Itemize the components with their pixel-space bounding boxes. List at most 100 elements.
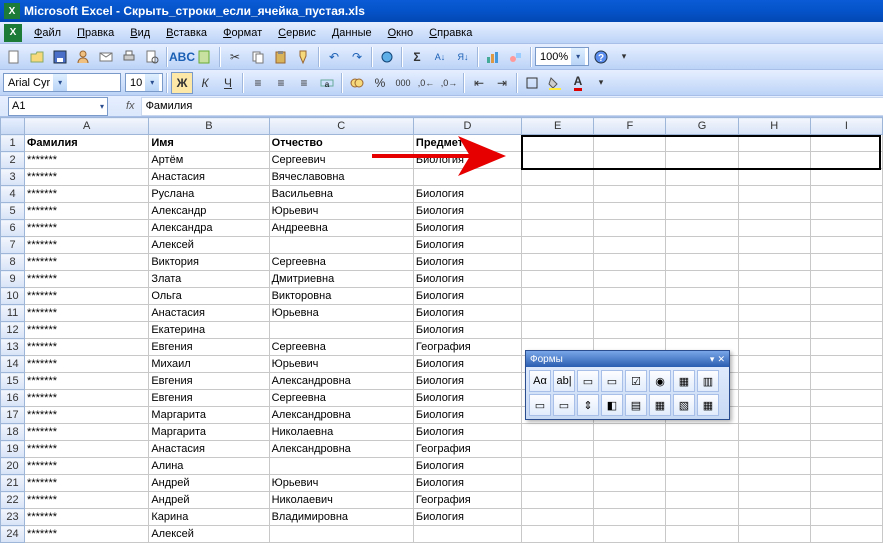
comma-button[interactable]: 000 [392,72,414,94]
worksheet-grid[interactable]: ABCDEFGHI 1ФамилияИмяОтчествоПредмет2***… [0,117,883,543]
cell[interactable] [666,152,738,169]
col-header-A[interactable]: A [25,118,149,135]
cell[interactable] [738,339,810,356]
cell[interactable] [522,475,594,492]
cell[interactable]: Биология [413,186,521,203]
forms-toolbar-title[interactable]: Формы ▾✕ [526,351,729,367]
cell[interactable] [738,509,810,526]
row-header[interactable]: 2 [1,152,25,169]
toolbar-options-icon[interactable]: ▾ [590,72,612,94]
cell[interactable]: Дмитриевна [269,271,413,288]
cell[interactable] [810,441,882,458]
row-header[interactable]: 12 [1,322,25,339]
cell[interactable]: Биология [413,424,521,441]
cell[interactable]: Биология [413,271,521,288]
cell[interactable] [738,424,810,441]
cell[interactable]: Руслана [149,186,269,203]
cell[interactable] [738,305,810,322]
borders-button[interactable] [521,72,543,94]
cell[interactable] [594,271,666,288]
increase-decimal-button[interactable]: ,0← [415,72,437,94]
forms-control-14[interactable]: ▧ [673,394,695,416]
cell[interactable] [738,526,810,543]
new-button[interactable] [3,46,25,68]
cell[interactable] [666,237,738,254]
align-center-button[interactable]: ≡ [270,72,292,94]
menu-окно[interactable]: Окно [380,24,422,42]
cell[interactable]: Биология [413,458,521,475]
cell[interactable] [738,407,810,424]
cell[interactable] [738,458,810,475]
cell[interactable] [810,169,882,186]
cell[interactable]: Юрьевич [269,356,413,373]
cell[interactable]: Сергеевич [269,152,413,169]
cell[interactable]: ******* [25,424,149,441]
cell[interactable] [522,237,594,254]
cell[interactable] [594,220,666,237]
cell[interactable]: Александровна [269,373,413,390]
sort-desc-button[interactable]: Я↓ [452,46,474,68]
cell[interactable] [269,458,413,475]
font-select[interactable]: Arial Cyr [3,73,121,92]
cell[interactable] [810,492,882,509]
cell[interactable]: Юрьевич [269,203,413,220]
copy-button[interactable] [247,46,269,68]
cell[interactable]: География [413,441,521,458]
cell[interactable]: Александровна [269,441,413,458]
row-header[interactable]: 16 [1,390,25,407]
cell[interactable]: Биология [413,220,521,237]
cell[interactable] [738,169,810,186]
cell[interactable]: ******* [25,254,149,271]
cell[interactable] [738,237,810,254]
cell[interactable]: Карина [149,509,269,526]
row-header[interactable]: 23 [1,509,25,526]
format-painter-button[interactable] [293,46,315,68]
cell[interactable]: Анастасия [149,305,269,322]
cell[interactable]: Васильевна [269,186,413,203]
cell[interactable]: Сергеевна [269,339,413,356]
cell[interactable] [522,220,594,237]
cell[interactable]: Биология [413,305,521,322]
row-header[interactable]: 1 [1,135,25,152]
cell[interactable]: Анастасия [149,169,269,186]
cell[interactable]: ******* [25,203,149,220]
cell[interactable]: Имя [149,135,269,152]
cell[interactable] [810,203,882,220]
cell[interactable] [810,475,882,492]
cell[interactable] [594,492,666,509]
fx-icon[interactable]: fx [126,100,135,112]
row-header[interactable]: 5 [1,203,25,220]
cell[interactable] [522,271,594,288]
cell[interactable] [522,152,594,169]
cell[interactable] [738,322,810,339]
cell[interactable]: ******* [25,322,149,339]
col-header-H[interactable]: H [738,118,810,135]
cell[interactable]: ******* [25,152,149,169]
row-header[interactable]: 13 [1,339,25,356]
cell[interactable] [269,322,413,339]
cell[interactable] [594,135,666,152]
cell[interactable]: ******* [25,373,149,390]
cell[interactable] [594,254,666,271]
cell[interactable]: ******* [25,169,149,186]
undo-button[interactable]: ↶ [323,46,345,68]
row-header[interactable]: 15 [1,373,25,390]
cell[interactable] [738,186,810,203]
menu-справка[interactable]: Справка [421,24,480,42]
autosum-button[interactable]: Σ [406,46,428,68]
cell[interactable]: Андрей [149,492,269,509]
cell[interactable] [666,203,738,220]
row-header[interactable]: 21 [1,475,25,492]
font-color-button[interactable]: А [567,72,589,94]
bold-button[interactable]: Ж [171,72,193,94]
cell[interactable]: Михаил [149,356,269,373]
formula-input[interactable]: Фамилия [141,97,883,116]
cell[interactable] [738,356,810,373]
cell[interactable] [666,458,738,475]
zoom-select[interactable]: 100% [535,47,589,66]
row-header[interactable]: 10 [1,288,25,305]
cell[interactable]: ******* [25,220,149,237]
cell[interactable]: Александр [149,203,269,220]
hyperlink-button[interactable] [376,46,398,68]
increase-indent-button[interactable]: ⇥ [491,72,513,94]
